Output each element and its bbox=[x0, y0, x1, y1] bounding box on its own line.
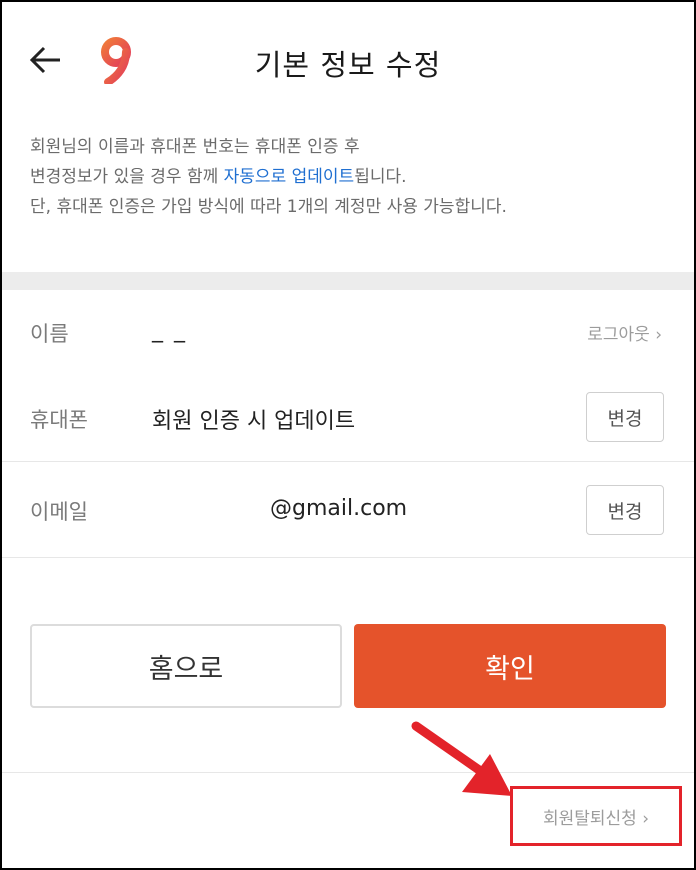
info-notice: 회원님의 이름과 휴대폰 번호는 휴대폰 인증 후 변경정보가 있을 경우 함께… bbox=[30, 132, 670, 222]
section-divider bbox=[0, 272, 696, 290]
email-change-button[interactable]: 변경 bbox=[586, 485, 664, 535]
email-label: 이메일 bbox=[30, 500, 88, 524]
logout-link[interactable]: 로그아웃 › bbox=[587, 320, 662, 345]
phone-label: 휴대폰 bbox=[30, 408, 88, 432]
row-separator bbox=[0, 557, 696, 558]
info-line-2-suffix: 됩니다. bbox=[354, 167, 407, 187]
info-line-1: 회원님의 이름과 휴대폰 번호는 휴대폰 인증 후 bbox=[30, 137, 360, 157]
page-title: 기본 정보 수정 bbox=[254, 48, 442, 82]
withdraw-link[interactable]: 회원탈퇴신청 › bbox=[510, 786, 682, 846]
name-value: _ _ bbox=[152, 318, 187, 343]
phone-change-button[interactable]: 변경 bbox=[586, 392, 664, 442]
info-line-2-prefix: 변경정보가 있을 경우 함께 bbox=[30, 167, 224, 187]
phone-value: 회원 인증 시 업데이트 bbox=[152, 409, 356, 434]
app-header: 기본 정보 수정 bbox=[0, 0, 696, 120]
row-separator bbox=[0, 461, 696, 462]
info-line-3: 단, 휴대폰 인증은 가입 방식에 따라 1개의 계정만 사용 가능합니다. bbox=[30, 197, 507, 217]
email-value: @gmail.com bbox=[270, 496, 408, 521]
annotation-arrow-icon bbox=[411, 721, 512, 796]
home-button[interactable]: 홈으로 bbox=[30, 624, 342, 708]
confirm-button[interactable]: 확인 bbox=[354, 624, 666, 708]
info-line-2: 변경정보가 있을 경우 함께 자동으로 업데이트됩니다. bbox=[30, 162, 670, 192]
info-highlight: 자동으로 업데이트 bbox=[223, 167, 355, 187]
name-label: 이름 bbox=[30, 322, 69, 346]
footer-separator bbox=[0, 772, 696, 773]
